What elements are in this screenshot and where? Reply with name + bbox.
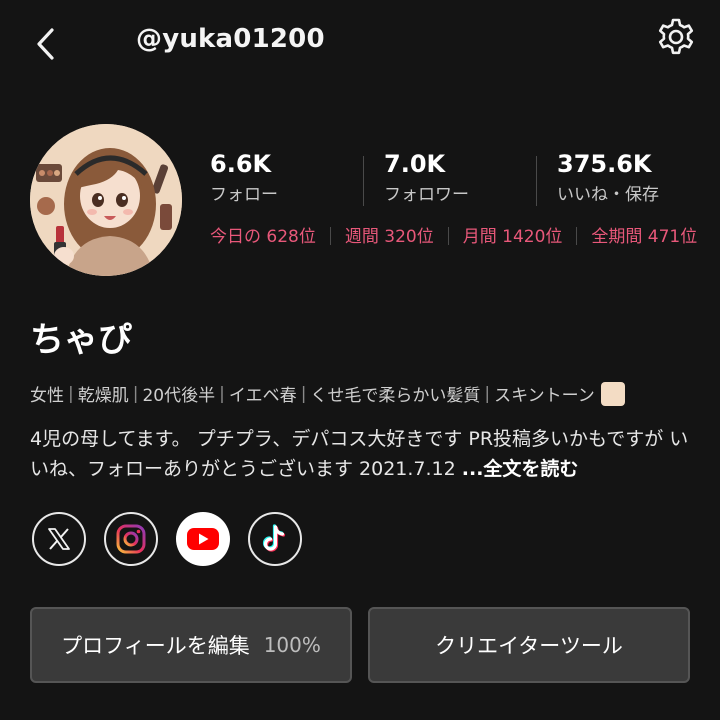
skin-tone-swatch [600,381,625,406]
avatar[interactable] [30,124,182,276]
bio: 4児の母してます。 プチプラ、デパコス大好きです PR投稿多いかもですが いいね… [30,424,700,484]
rank-divider [576,227,578,245]
rank-all-time: 全期間 471位 [591,227,698,247]
youtube-link[interactable] [176,512,230,566]
tag-gender: 女性 [30,386,64,406]
stat-value: 375.6K [557,150,652,178]
stat-value: 6.6K [210,150,272,178]
tag-separator: | [219,383,225,404]
stat-divider [536,156,537,206]
profile-tags: 女性 | 乾燥肌 | 20代後半 | イエベ春 | くせ毛で柔らかい髪質 | スキントーン [30,381,625,406]
ranking-row[interactable]: 今日の 628位 週間 320位 月間 1420位 全期間 471位 [210,222,697,248]
social-links [32,512,320,568]
stat-divider [363,156,364,206]
rank-today: 今日の 628位 [210,227,316,247]
read-more-link[interactable]: ...全文を読む [462,458,579,480]
tiktok-link[interactable] [248,512,302,566]
tiktok-icon [262,524,286,552]
stat-label: フォロー [210,185,278,205]
stat-following[interactable]: 6.6K フォロー [210,150,278,210]
tag-skin-tone: スキントーン [494,386,595,406]
tag-skin-type: 乾燥肌 [77,386,129,406]
top-bar: @yuka01200 [0,0,720,90]
display-name: ちゃぴ [30,320,132,360]
chevron-left-icon [37,28,54,60]
stat-label: フォロワー [384,185,469,205]
rank-divider [447,227,449,245]
tag-separator: | [484,383,491,404]
bio-text: 4児の母してます。 プチプラ、デパコス大好きです PR投稿多いかもですが いいね… [30,428,689,480]
creator-tools-label: クリエイターツール [435,634,623,658]
youtube-icon [187,528,219,550]
instagram-icon [116,524,146,554]
x-icon [48,528,70,550]
tag-hair-type: くせ毛で柔らかい髪質 [310,386,481,406]
rank-weekly: 週間 320位 [344,227,434,247]
stat-followers[interactable]: 7.0K フォロワー [384,150,469,210]
tag-personal-color: イエベ春 [228,386,297,406]
stat-value: 7.0K [384,150,446,178]
avatar-illustration [30,124,182,276]
instagram-link[interactable] [104,512,158,566]
edit-profile-button[interactable]: プロフィールを編集 100% [30,607,352,683]
creator-tools-button[interactable]: クリエイターツール [368,607,690,683]
username: @yuka01200 [136,24,325,54]
x-link[interactable] [32,512,86,566]
stats-row: 6.6K フォロー 7.0K フォロワー 375.6K いいね・保存 [196,150,706,210]
stat-label: いいね・保存 [557,185,659,205]
settings-button[interactable] [654,15,698,59]
tag-separator: | [300,383,307,404]
edit-profile-label: プロフィールを編集 [61,634,250,658]
tag-separator: | [68,383,74,404]
profile-completion: 100% [263,633,321,657]
rank-divider [329,227,331,245]
tag-age: 20代後半 [142,386,216,406]
rank-monthly: 月間 1420位 [462,227,563,247]
gear-icon [658,18,694,55]
back-button[interactable] [30,24,66,64]
tag-separator: | [132,383,139,404]
stat-likes-saves[interactable]: 375.6K いいね・保存 [557,150,659,210]
